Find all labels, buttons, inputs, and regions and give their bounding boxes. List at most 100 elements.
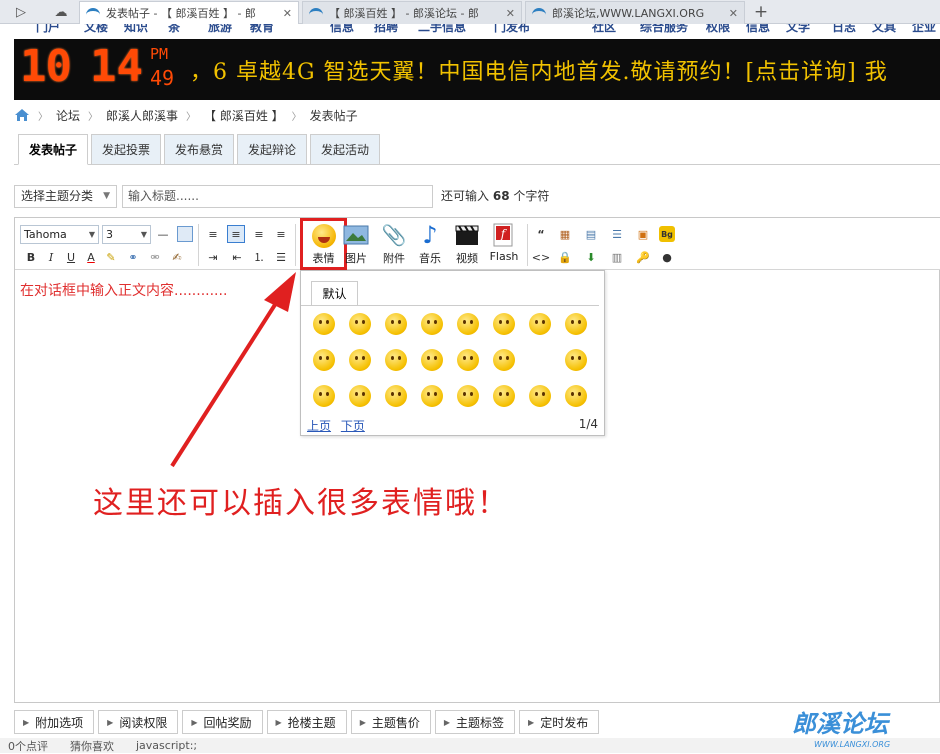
key-icon[interactable]: 🔑 [635,249,651,265]
tab-activity[interactable]: 发起活动 [310,134,380,165]
close-tab-icon[interactable]: ✕ [506,7,515,20]
option-read-permission[interactable]: ▶ 阅读权限 [98,710,179,734]
highlight-icon[interactable]: ✎ [103,249,119,265]
emoji-icon[interactable] [493,349,515,371]
unlink-icon[interactable]: ⚮ [147,249,163,265]
outdent-icon[interactable]: ⇤ [229,249,245,265]
quote-icon[interactable]: “ [533,226,549,242]
nav-item[interactable]: 教育 [250,24,274,35]
bold-icon[interactable]: B [23,249,39,265]
nav-item[interactable]: 茶 [168,24,180,35]
indent-icon[interactable]: ⇥ [205,249,221,265]
align-justify-icon[interactable]: ≡ [273,226,289,242]
nav-item[interactable]: 知识 [124,24,148,35]
nav-item[interactable]: 企业 [912,24,936,35]
breadcrumb-forum[interactable]: 论坛 [56,107,80,124]
ordered-list-icon[interactable]: ⒈ [251,249,267,265]
music-button[interactable]: ♪ 音乐 [412,221,448,268]
emoji-icon[interactable] [349,313,371,335]
emoji-icon[interactable] [385,313,407,335]
nav-item[interactable]: 文学 [786,24,810,35]
align-left-icon[interactable]: ≡ [205,226,221,242]
breadcrumb-section[interactable]: 郎溪人郎溪事 [106,107,178,124]
emoji-icon[interactable] [349,385,371,407]
align-right-icon[interactable]: ≡ [251,226,267,242]
free-icon[interactable]: ▦ [557,226,573,242]
emoji-next-page[interactable]: 下页 [341,419,365,433]
emoji-icon[interactable] [421,313,443,335]
nav-item[interactable]: 权限 [706,24,730,35]
lock-icon[interactable]: 🔒 [557,249,573,265]
home-icon[interactable] [14,108,30,122]
new-tab-button[interactable]: + [748,0,774,24]
tab-new-thread[interactable]: 发表帖子 [18,134,88,165]
cloud-icon[interactable]: ☁ [48,0,74,24]
nav-item[interactable]: 旅游 [208,24,232,35]
title-input[interactable]: 输入标题...... [122,185,433,208]
image-button[interactable]: 图片 [338,222,374,268]
emoji-icon[interactable] [313,313,335,335]
nav-item[interactable]: 社区 [592,24,616,35]
tab-poll[interactable]: 发起投票 [91,134,161,165]
marquee-text[interactable]: ，6 卓越4G 智选天翼！中国电信内地首发.敬请预约！[点击详询] 我 [190,54,888,86]
tab-debate[interactable]: 发起辩论 [237,134,307,165]
index-icon[interactable]: ☰ [609,226,625,242]
close-tab-icon[interactable]: ✕ [729,7,738,20]
emoji-icon[interactable] [565,349,587,371]
emoji-icon[interactable] [313,349,335,371]
horizontal-rule-icon[interactable]: — [155,226,171,242]
nav-item[interactable]: 信息 [330,24,354,35]
size-select[interactable]: 3 ▼ [102,225,151,244]
emoji-icon[interactable] [385,349,407,371]
emoji-icon[interactable] [349,349,371,371]
emoji-icon[interactable] [313,385,335,407]
emoji-icon[interactable] [493,385,515,407]
emoji-tab-default[interactable]: 默认 [311,281,358,306]
nav-item[interactable]: 招聘 [374,24,398,35]
browser-tab-3[interactable]: 郎溪论坛,WWW.LANGXI.ORG ✕ [525,1,745,24]
comment-count[interactable]: 0个点评 [8,738,48,754]
close-tab-icon[interactable]: ✕ [283,7,292,20]
font-select[interactable]: Tahoma ▼ [20,225,99,244]
nav-item[interactable]: 门发布 [494,24,530,35]
hide-icon[interactable]: ● [659,249,675,265]
unordered-list-icon[interactable]: ☰ [273,249,289,265]
nav-item[interactable]: 文楼 [84,24,108,35]
browser-tab-1[interactable]: 发表帖子 - 【 郎溪百姓 】 - 郎 ✕ [79,1,299,24]
category-select[interactable]: 选择主题分类 ▼ [14,185,117,208]
emoji-icon[interactable] [457,313,479,335]
nav-item[interactable]: 二手信息 [418,24,466,35]
clear-format-icon[interactable]: ✍ [169,249,185,265]
emoji-icon[interactable] [457,349,479,371]
browser-tab-2[interactable]: 【 郎溪百姓 】 - 郎溪论坛 - 郎 ✕ [302,1,522,24]
table-grid-icon[interactable]: ▥ [609,249,625,265]
emoji-prev-page[interactable]: 上页 [307,419,331,433]
nav-item[interactable]: 日志 [832,24,856,35]
emoji-icon[interactable] [529,313,551,335]
emoji-icon[interactable] [565,313,587,335]
tab-reward[interactable]: 发布悬赏 [164,134,234,165]
sidebar-toggle-icon[interactable]: ▷ [8,0,34,24]
underline-icon[interactable]: U [63,249,79,265]
attachment-button[interactable]: 📎 附件 [376,222,412,268]
nav-item[interactable]: 门户 [36,24,60,35]
video-button[interactable]: 视频 [449,222,485,268]
option-floor-grab[interactable]: ▶ 抢楼主题 [266,710,347,734]
align-center-icon[interactable]: ≡ [227,225,245,243]
emoji-icon[interactable] [421,349,443,371]
guess-you-like[interactable]: 猜你喜欢 [70,738,114,754]
emoji-icon[interactable] [493,313,515,335]
option-price[interactable]: ▶ 主题售价 [350,710,431,734]
breadcrumb-board[interactable]: 【 郎溪百姓 】 [204,107,284,124]
option-scheduled[interactable]: ▶ 定时发布 [519,710,600,734]
led-banner[interactable]: 10 14 PM 49 ，6 卓越4G 智选天翼！中国电信内地首发.敬请预约！[… [14,39,940,100]
code-icon[interactable]: <> [532,249,550,265]
emoji-icon[interactable] [421,385,443,407]
password-icon[interactable]: ▣ [635,226,651,242]
emoji-icon[interactable] [529,385,551,407]
nav-item[interactable]: 综合服务 [640,24,688,35]
table-icon[interactable] [177,226,193,242]
nav-item[interactable]: 信息 [746,24,770,35]
option-tags[interactable]: ▶ 主题标签 [434,710,516,734]
flash-button[interactable]: f Flash [485,222,523,268]
